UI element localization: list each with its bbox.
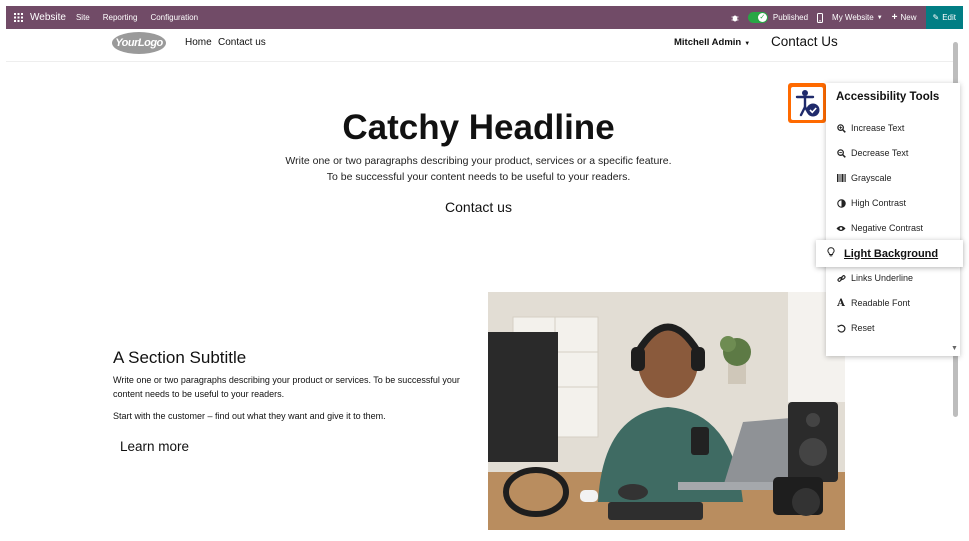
user-menu[interactable]: Mitchell Admin ▼ (674, 37, 750, 48)
lightbulb-icon (827, 247, 835, 260)
accessibility-icon (791, 86, 823, 120)
menu-site[interactable]: Site (76, 13, 90, 22)
light-background-label: Light Background (844, 247, 939, 260)
negative-contrast-label: Negative Contrast (851, 223, 924, 233)
site-header: YourLogo Home Contact us Mitchell Admin ▼… (6, 29, 957, 62)
edit-label: Edit (942, 13, 956, 22)
toggle-switch[interactable]: ✓ (747, 12, 768, 23)
published-toggle[interactable]: ✓ Published (747, 12, 809, 23)
mobile-preview-icon[interactable] (817, 12, 824, 23)
hero-paragraph-2: To be successful your content needs to b… (326, 171, 631, 183)
light-background-option[interactable]: Light Background (816, 240, 963, 267)
edit-button[interactable]: ✎ Edit (925, 6, 963, 29)
header-contact-button[interactable]: Contact Us (771, 34, 838, 49)
caret-down-icon: ▼ (876, 14, 883, 21)
published-label: Published (772, 13, 809, 22)
high-contrast-option[interactable]: High Contrast (836, 198, 906, 208)
nav-home[interactable]: Home (185, 37, 212, 48)
app-name[interactable]: Website (30, 12, 66, 23)
section-paragraph-2: Start with the customer – find out what … (113, 411, 386, 421)
font-icon: A (837, 297, 845, 309)
hero-paragraph-1: Write one or two paragraphs describing y… (285, 155, 672, 167)
apps-menu-icon[interactable] (6, 13, 30, 22)
plus-icon: + (891, 12, 898, 23)
site-logo[interactable]: YourLogo (112, 32, 166, 54)
zoom-out-icon (836, 148, 846, 158)
nav-contact-us[interactable]: Contact us (218, 37, 266, 48)
hero-contact-button[interactable]: Contact us (0, 199, 957, 215)
hero-contact-label[interactable]: Contact us (445, 199, 512, 215)
accessibility-title: Accessibility Tools (836, 91, 940, 103)
increase-text-label: Increase Text (851, 123, 905, 133)
readable-font-option[interactable]: A Readable Font (836, 297, 911, 309)
accessibility-panel: Accessibility Tools Increase Text Decrea… (826, 83, 960, 356)
bug-icon[interactable] (731, 14, 739, 22)
increase-text-option[interactable]: Increase Text (836, 123, 904, 133)
reset-option[interactable]: Reset (836, 323, 875, 333)
caret-down-icon: ▼ (744, 41, 751, 47)
link-icon (836, 273, 846, 283)
links-underline-label: Links Underline (851, 273, 914, 283)
reset-icon (836, 323, 846, 333)
zoom-in-icon (836, 123, 846, 133)
pencil-icon: ✎ (932, 13, 940, 22)
grayscale-icon (836, 173, 846, 183)
learn-more-button[interactable]: Learn more (120, 439, 189, 454)
admin-bar: Website Site Reporting Configuration ✓ P… (6, 6, 963, 29)
decrease-text-option[interactable]: Decrease Text (836, 148, 908, 158)
menu-configuration[interactable]: Configuration (150, 13, 198, 22)
high-contrast-label: High Contrast (851, 198, 907, 208)
check-icon: ✓ (757, 13, 767, 22)
panel-scroll-down-icon[interactable]: ▼ (951, 345, 958, 352)
decrease-text-label: Decrease Text (851, 148, 909, 158)
website-selector-label: My Website (832, 13, 874, 22)
website-selector[interactable]: My Website ▼ (832, 13, 883, 22)
section-paragraph-1: Write one or two paragraphs describing y… (113, 375, 460, 399)
grayscale-label: Grayscale (851, 173, 892, 183)
section-image (488, 292, 845, 530)
new-label: New (900, 13, 917, 22)
logo-text: YourLogo (115, 37, 163, 49)
grayscale-option[interactable]: Grayscale (836, 173, 892, 183)
links-underline-option[interactable]: Links Underline (836, 273, 913, 283)
user-name: Mitchell Admin (674, 37, 742, 48)
contrast-icon (836, 198, 846, 208)
section-subtitle: A Section Subtitle (113, 348, 247, 367)
menu-reporting[interactable]: Reporting (103, 13, 138, 22)
accessibility-toggle-button[interactable] (788, 83, 826, 123)
negative-contrast-option[interactable]: Negative Contrast (836, 223, 923, 233)
readable-font-label: Readable Font (851, 298, 911, 308)
new-button[interactable]: + New (892, 12, 917, 23)
eye-icon (836, 223, 846, 233)
reset-label: Reset (851, 323, 875, 333)
